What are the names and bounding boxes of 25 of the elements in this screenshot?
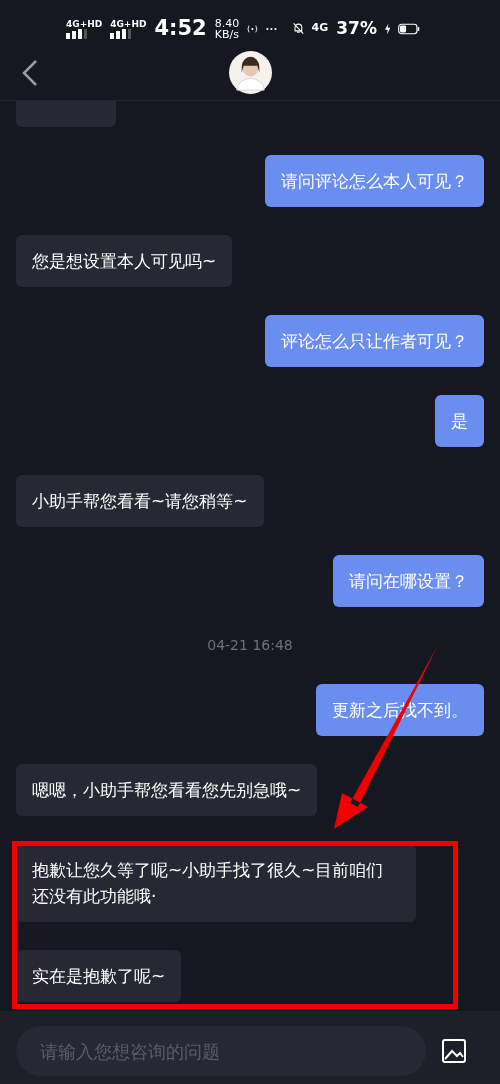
back-icon[interactable] bbox=[22, 60, 38, 86]
signal-icon bbox=[66, 28, 88, 39]
chat-bubble: 请问评论怎么本人可见？ bbox=[265, 155, 484, 207]
battery-percent: 37% bbox=[336, 16, 377, 40]
hotspot-icon bbox=[247, 22, 258, 35]
timestamp: 04-21 16:48 bbox=[207, 636, 293, 655]
clock-time: 4:52 bbox=[154, 14, 207, 42]
network-label: 4G+HD bbox=[110, 18, 147, 29]
chat-bubble: 请问在哪设置？ bbox=[333, 555, 484, 607]
chat-bubble: 您是想设置本人可见吗~ bbox=[16, 235, 233, 287]
mobile-data-label: 4G bbox=[311, 20, 329, 37]
chat-bubble: 评论怎么只让作者可见？ bbox=[265, 315, 484, 367]
network-label: 4G+HD bbox=[66, 18, 103, 29]
speed-unit: KB/s bbox=[214, 28, 240, 40]
avatar bbox=[228, 51, 272, 94]
network-speed: 8.40 bbox=[214, 17, 240, 29]
image-icon[interactable] bbox=[442, 1039, 466, 1063]
chat-bubble: 小助手帮您看看~请您稍等~ bbox=[16, 475, 264, 527]
more-icon bbox=[265, 26, 277, 31]
chat-bubble: 实在是抱歉了呢~ bbox=[16, 950, 182, 1002]
chat-bubble: 抱歉让您久等了呢~小助手找了很久~目前咱们还没有此功能哦· bbox=[16, 844, 416, 922]
mute-bell-icon bbox=[292, 20, 304, 37]
chat-bubble: 嗯嗯，小助手帮您看看您先别急哦~ bbox=[16, 764, 318, 816]
chat-bubble: 是 bbox=[435, 395, 484, 447]
signal-icon bbox=[110, 28, 133, 39]
